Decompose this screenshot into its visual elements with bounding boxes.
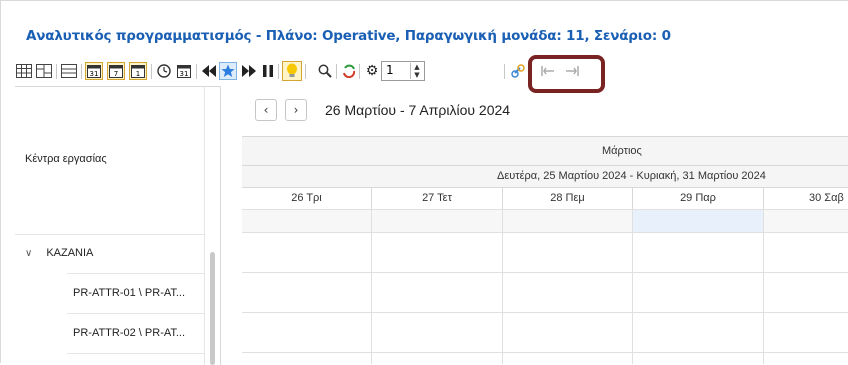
grid-cell[interactable] — [372, 353, 503, 364]
window-title: Αναλυτικός προγραμματισμός - Πλάνο: Oper… — [26, 28, 671, 44]
day-header: 26 Τρι 27 Τετ 28 Πεμ 29 Παρ 30 Σαβ — [242, 187, 848, 209]
day-cell[interactable]: 27 Τετ — [372, 188, 503, 209]
day-cell[interactable]: 26 Τρι — [242, 188, 372, 209]
link-icon[interactable] — [509, 62, 527, 80]
svg-text:7: 7 — [114, 70, 118, 78]
stepper-arrows-icon[interactable]: ▲ ▼ — [410, 63, 423, 79]
grid-cell[interactable] — [242, 233, 372, 273]
zoom-icon[interactable] — [316, 62, 334, 80]
grid-cell[interactable] — [764, 313, 848, 353]
grid-cell[interactable] — [764, 210, 848, 233]
grid-cell[interactable] — [242, 210, 372, 233]
fast-forward-icon[interactable] — [240, 62, 258, 80]
calendar-31-icon[interactable]: 31 — [85, 62, 103, 80]
scrollbar[interactable] — [210, 252, 215, 365]
rewind-icon[interactable] — [200, 62, 218, 80]
grid-cell[interactable] — [633, 273, 764, 313]
grid-cell[interactable] — [242, 313, 372, 353]
toolbar-separator — [504, 64, 505, 79]
settings-gear-icon[interactable]: ⚙ — [363, 62, 381, 80]
svg-text:31: 31 — [180, 70, 189, 78]
row-divider — [67, 273, 205, 274]
split-view-icon[interactable] — [35, 62, 53, 80]
day-cell[interactable]: 29 Παρ — [633, 188, 764, 209]
pause-icon[interactable] — [259, 62, 277, 80]
toolbar-separator — [56, 64, 57, 79]
grid-cell[interactable] — [503, 313, 633, 353]
timeline-subrow — [242, 209, 848, 233]
svg-text:31: 31 — [90, 70, 99, 78]
resource-panel: Κέντρα εργασίας ∨ ΚΑΖΑΝΙΑ PR-ATTR-01 \ PR… — [15, 86, 221, 365]
grid-cell[interactable] — [372, 273, 503, 313]
grid-cell[interactable] — [633, 313, 764, 353]
toolbar: 31 7 1 31 1 ▲ ▼ ⚙ — [15, 60, 848, 84]
grid-cell[interactable] — [764, 233, 848, 273]
prev-button[interactable]: ‹ — [255, 99, 277, 121]
clock-icon[interactable] — [155, 62, 173, 80]
svg-text:1: 1 — [136, 70, 140, 78]
stepper-value: 1 — [386, 63, 394, 77]
divider — [204, 87, 205, 365]
resource-header: Κέντρα εργασίας — [15, 87, 205, 235]
resource-header-label: Κέντρα εργασίας — [25, 153, 107, 165]
month-header: Μάρτιος — [242, 136, 848, 165]
grid-cell[interactable] — [764, 353, 848, 364]
next-button[interactable]: › — [285, 99, 307, 121]
day-cell[interactable]: 28 Πεμ — [503, 188, 633, 209]
grid-cell[interactable] — [372, 313, 503, 353]
toolbar-separator — [196, 64, 197, 79]
resource-group-label: ΚΑΖΑΝΙΑ — [46, 247, 94, 259]
toolbar-separator — [81, 64, 82, 79]
toolbar-separator — [359, 64, 360, 79]
timeline-grid — [242, 233, 848, 364]
toolbar-separator — [278, 64, 279, 79]
grid-cell[interactable] — [633, 233, 764, 273]
row-divider — [67, 313, 205, 314]
list-view-icon[interactable] — [60, 62, 78, 80]
toolbar-separator — [305, 64, 306, 79]
timeline-panel: ‹ › 26 Μαρτίου - 7 Απριλίου 2024 Μάρτιος… — [242, 86, 848, 364]
toolbar-separator — [151, 64, 152, 79]
scheduler-window: Αναλυτικός προγραμματισμός - Πλάνο: Oper… — [0, 0, 848, 365]
resource-row[interactable]: PR-ATTR-02 \ PR-AT... — [73, 327, 185, 339]
resource-row[interactable]: PR-ATTR-01 \ PR-AT... — [73, 287, 185, 299]
today-cell[interactable] — [633, 210, 764, 233]
grid-cell[interactable] — [242, 273, 372, 313]
grid-cell[interactable] — [503, 233, 633, 273]
grid-cell[interactable] — [242, 353, 372, 364]
favorite-star-icon[interactable] — [219, 62, 237, 80]
refresh-icon[interactable] — [340, 62, 358, 80]
day-cell[interactable]: 30 Σαβ — [764, 188, 848, 209]
grid-cell[interactable] — [764, 273, 848, 313]
month-label: Μάρτιος — [602, 145, 642, 157]
grid-cell[interactable] — [503, 273, 633, 313]
grid-cell[interactable] — [633, 353, 764, 364]
row-divider — [67, 353, 205, 354]
toolbar-separator — [336, 64, 337, 79]
date-range: 26 Μαρτίου - 7 Απριλίου 2024 — [325, 102, 511, 118]
calendar-1-icon[interactable]: 1 — [129, 62, 147, 80]
week-header: Δευτέρα, 25 Μαρτίου 2024 - Κυριακή, 31 Μ… — [242, 165, 848, 187]
grid-cell[interactable] — [372, 233, 503, 273]
chevron-down-icon[interactable]: ∨ — [25, 248, 32, 259]
week-label: Δευτέρα, 25 Μαρτίου 2024 - Κυριακή, 31 Μ… — [497, 170, 766, 182]
grid-view-icon[interactable] — [15, 62, 33, 80]
calendar-7-icon[interactable]: 7 — [107, 62, 125, 80]
lightbulb-icon[interactable] — [282, 61, 302, 81]
calendar-today-icon[interactable]: 31 — [175, 62, 193, 80]
grid-cell[interactable] — [503, 210, 633, 233]
resource-group[interactable]: ∨ ΚΑΖΑΝΙΑ — [25, 247, 93, 259]
grid-cell[interactable] — [372, 210, 503, 233]
quantity-stepper[interactable]: 1 ▲ ▼ — [381, 61, 425, 81]
grid-cell[interactable] — [503, 353, 633, 364]
